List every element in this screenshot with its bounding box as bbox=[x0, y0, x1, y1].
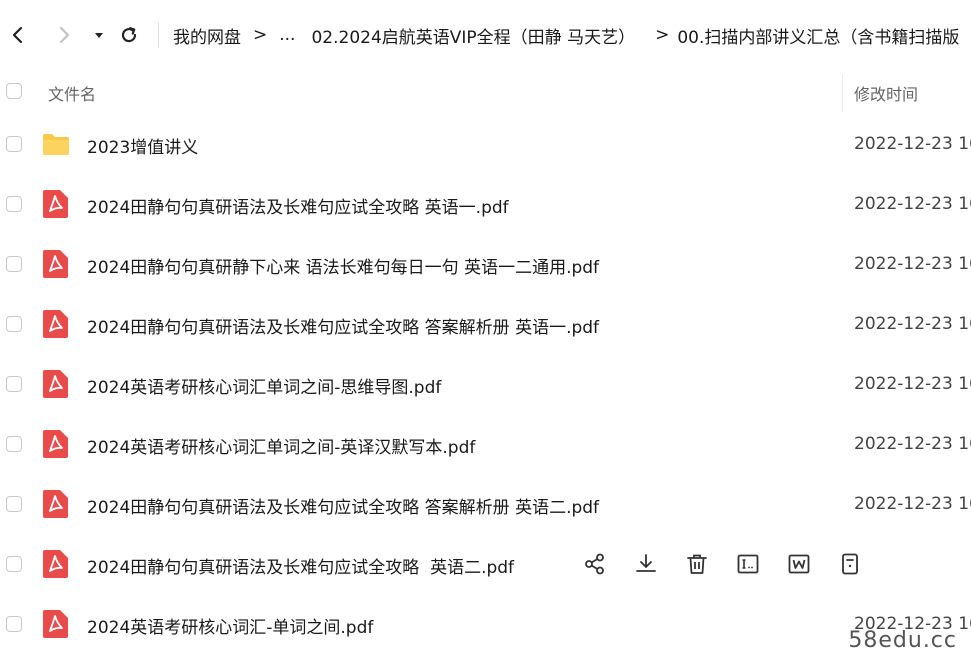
caret-down-icon bbox=[95, 33, 103, 38]
delete-icon bbox=[687, 554, 707, 574]
forward-button[interactable] bbox=[46, 15, 82, 55]
select-all-checkbox[interactable] bbox=[6, 83, 22, 99]
chevron-right-icon bbox=[59, 26, 70, 44]
pdf-file-icon bbox=[43, 190, 68, 218]
row-checkbox[interactable] bbox=[6, 256, 22, 272]
more-icon bbox=[842, 553, 858, 575]
column-header-modified-time[interactable]: 修改时间 bbox=[854, 81, 918, 105]
file-name[interactable]: 2024英语考研核心词汇单词之间-英译汉默写本.pdf bbox=[87, 433, 475, 458]
file-row[interactable]: 2024田静句句真研语法及长难句应试全攻略 答案解析册 英语一.pdf 2022… bbox=[0, 294, 971, 354]
file-modified-time: 2022-12-23 16 bbox=[854, 374, 971, 394]
file-modified-time: 2022-12-23 16 bbox=[854, 134, 971, 154]
word-convert-icon bbox=[788, 554, 810, 574]
row-checkbox[interactable] bbox=[6, 136, 22, 152]
column-divider[interactable] bbox=[842, 74, 843, 112]
refresh-button[interactable] bbox=[114, 15, 144, 55]
folder-icon bbox=[43, 134, 69, 155]
navigation-toolbar: 我的网盘 > ... 02.2024启航英语VIP全程（田静 马天艺） > 00… bbox=[0, 0, 971, 70]
pdf-file-icon bbox=[43, 610, 68, 638]
share-button[interactable] bbox=[582, 551, 608, 577]
file-name[interactable]: 2024英语考研核心词汇单词之间-思维导图.pdf bbox=[87, 373, 441, 398]
breadcrumb-current-folder[interactable]: 00.扫描内部讲义汇总（含书籍扫描版 bbox=[677, 23, 959, 48]
row-checkbox[interactable] bbox=[6, 436, 22, 452]
row-checkbox[interactable] bbox=[6, 316, 22, 332]
file-modified-time: 2022-12-23 16 bbox=[854, 254, 971, 274]
row-checkbox[interactable] bbox=[6, 616, 22, 632]
watermark-text: 58edu.cc bbox=[848, 628, 957, 653]
file-modified-time: 2022-12-23 16 bbox=[854, 314, 971, 334]
file-row[interactable]: 2024英语考研核心词汇单词之间-思维导图.pdf 2022-12-23 16 bbox=[0, 354, 971, 414]
breadcrumb-separator: > bbox=[253, 25, 268, 45]
file-name[interactable]: 2024田静句句真研静下心来 语法长难句每日一句 英语一二通用.pdf bbox=[87, 253, 599, 278]
file-modified-time: 2022-12-23 16 bbox=[854, 194, 971, 214]
file-row[interactable]: 2023增值讲义 2022-12-23 16 bbox=[0, 114, 971, 174]
breadcrumb-ellipsis[interactable]: ... bbox=[279, 25, 295, 45]
pdf-file-icon bbox=[43, 550, 68, 578]
pdf-file-icon bbox=[43, 310, 68, 338]
file-modified-time: 2022-12-23 16 bbox=[854, 494, 971, 514]
toolbar-divider bbox=[158, 22, 159, 48]
delete-button[interactable] bbox=[684, 551, 710, 577]
breadcrumb-course-folder[interactable]: 02.2024启航英语VIP全程（田静 马天艺） bbox=[311, 23, 635, 48]
refresh-icon bbox=[121, 27, 137, 43]
file-name[interactable]: 2023增值讲义 bbox=[87, 133, 198, 158]
file-name[interactable]: 2024田静句句真研语法及长难句应试全攻略 答案解析册 英语一.pdf bbox=[87, 313, 599, 338]
rename-icon bbox=[737, 554, 759, 574]
file-name[interactable]: 2024田静句句真研语法及长难句应试全攻略 答案解析册 英语二.pdf bbox=[87, 493, 599, 518]
file-name[interactable]: 2024田静句句真研语法及长难句应试全攻略 英语二.pdf bbox=[87, 553, 514, 578]
pdf-file-icon bbox=[43, 250, 68, 278]
file-list-header: 文件名 修改时间 bbox=[0, 70, 971, 114]
file-modified-time: 2022-12-23 16 bbox=[854, 434, 971, 454]
row-checkbox[interactable] bbox=[6, 496, 22, 512]
file-name[interactable]: 2024英语考研核心词汇-单词之间.pdf bbox=[87, 613, 373, 638]
file-row[interactable]: 2024田静句句真研语法及长难句应试全攻略 答案解析册 英语二.pdf 2022… bbox=[0, 474, 971, 534]
pdf-file-icon bbox=[43, 430, 68, 458]
row-action-bar bbox=[582, 551, 863, 577]
rename-button[interactable] bbox=[735, 551, 761, 577]
file-name[interactable]: 2024田静句句真研语法及长难句应试全攻略 英语一.pdf bbox=[87, 193, 509, 218]
convert-to-word-button[interactable] bbox=[786, 551, 812, 577]
history-dropdown-button[interactable] bbox=[88, 15, 110, 55]
row-checkbox[interactable] bbox=[6, 196, 22, 212]
file-row[interactable]: 2024田静句句真研语法及长难句应试全攻略 英语一.pdf 2022-12-23… bbox=[0, 174, 971, 234]
file-row[interactable]: 2024英语考研核心词汇单词之间-英译汉默写本.pdf 2022-12-23 1… bbox=[0, 414, 971, 474]
file-row-hovered[interactable]: 2024田静句句真研语法及长难句应试全攻略 英语二.pdf bbox=[0, 534, 971, 594]
file-row[interactable]: 2024田静句句真研静下心来 语法长难句每日一句 英语一二通用.pdf 2022… bbox=[0, 234, 971, 294]
breadcrumb-separator: > bbox=[655, 25, 670, 45]
share-icon bbox=[585, 553, 604, 575]
column-header-name[interactable]: 文件名 bbox=[48, 81, 96, 105]
row-checkbox[interactable] bbox=[6, 556, 22, 572]
breadcrumb-root[interactable]: 我的网盘 bbox=[173, 23, 241, 48]
row-checkbox[interactable] bbox=[6, 376, 22, 392]
download-button[interactable] bbox=[633, 551, 659, 577]
back-button[interactable] bbox=[0, 15, 36, 55]
chevron-left-icon bbox=[12, 26, 23, 44]
pdf-file-icon bbox=[43, 490, 68, 518]
more-actions-button[interactable] bbox=[837, 551, 863, 577]
download-icon bbox=[636, 554, 656, 572]
file-row[interactable]: 2024英语考研核心词汇-单词之间.pdf 2022-12-23 16 bbox=[0, 594, 971, 654]
pdf-file-icon bbox=[43, 370, 68, 398]
